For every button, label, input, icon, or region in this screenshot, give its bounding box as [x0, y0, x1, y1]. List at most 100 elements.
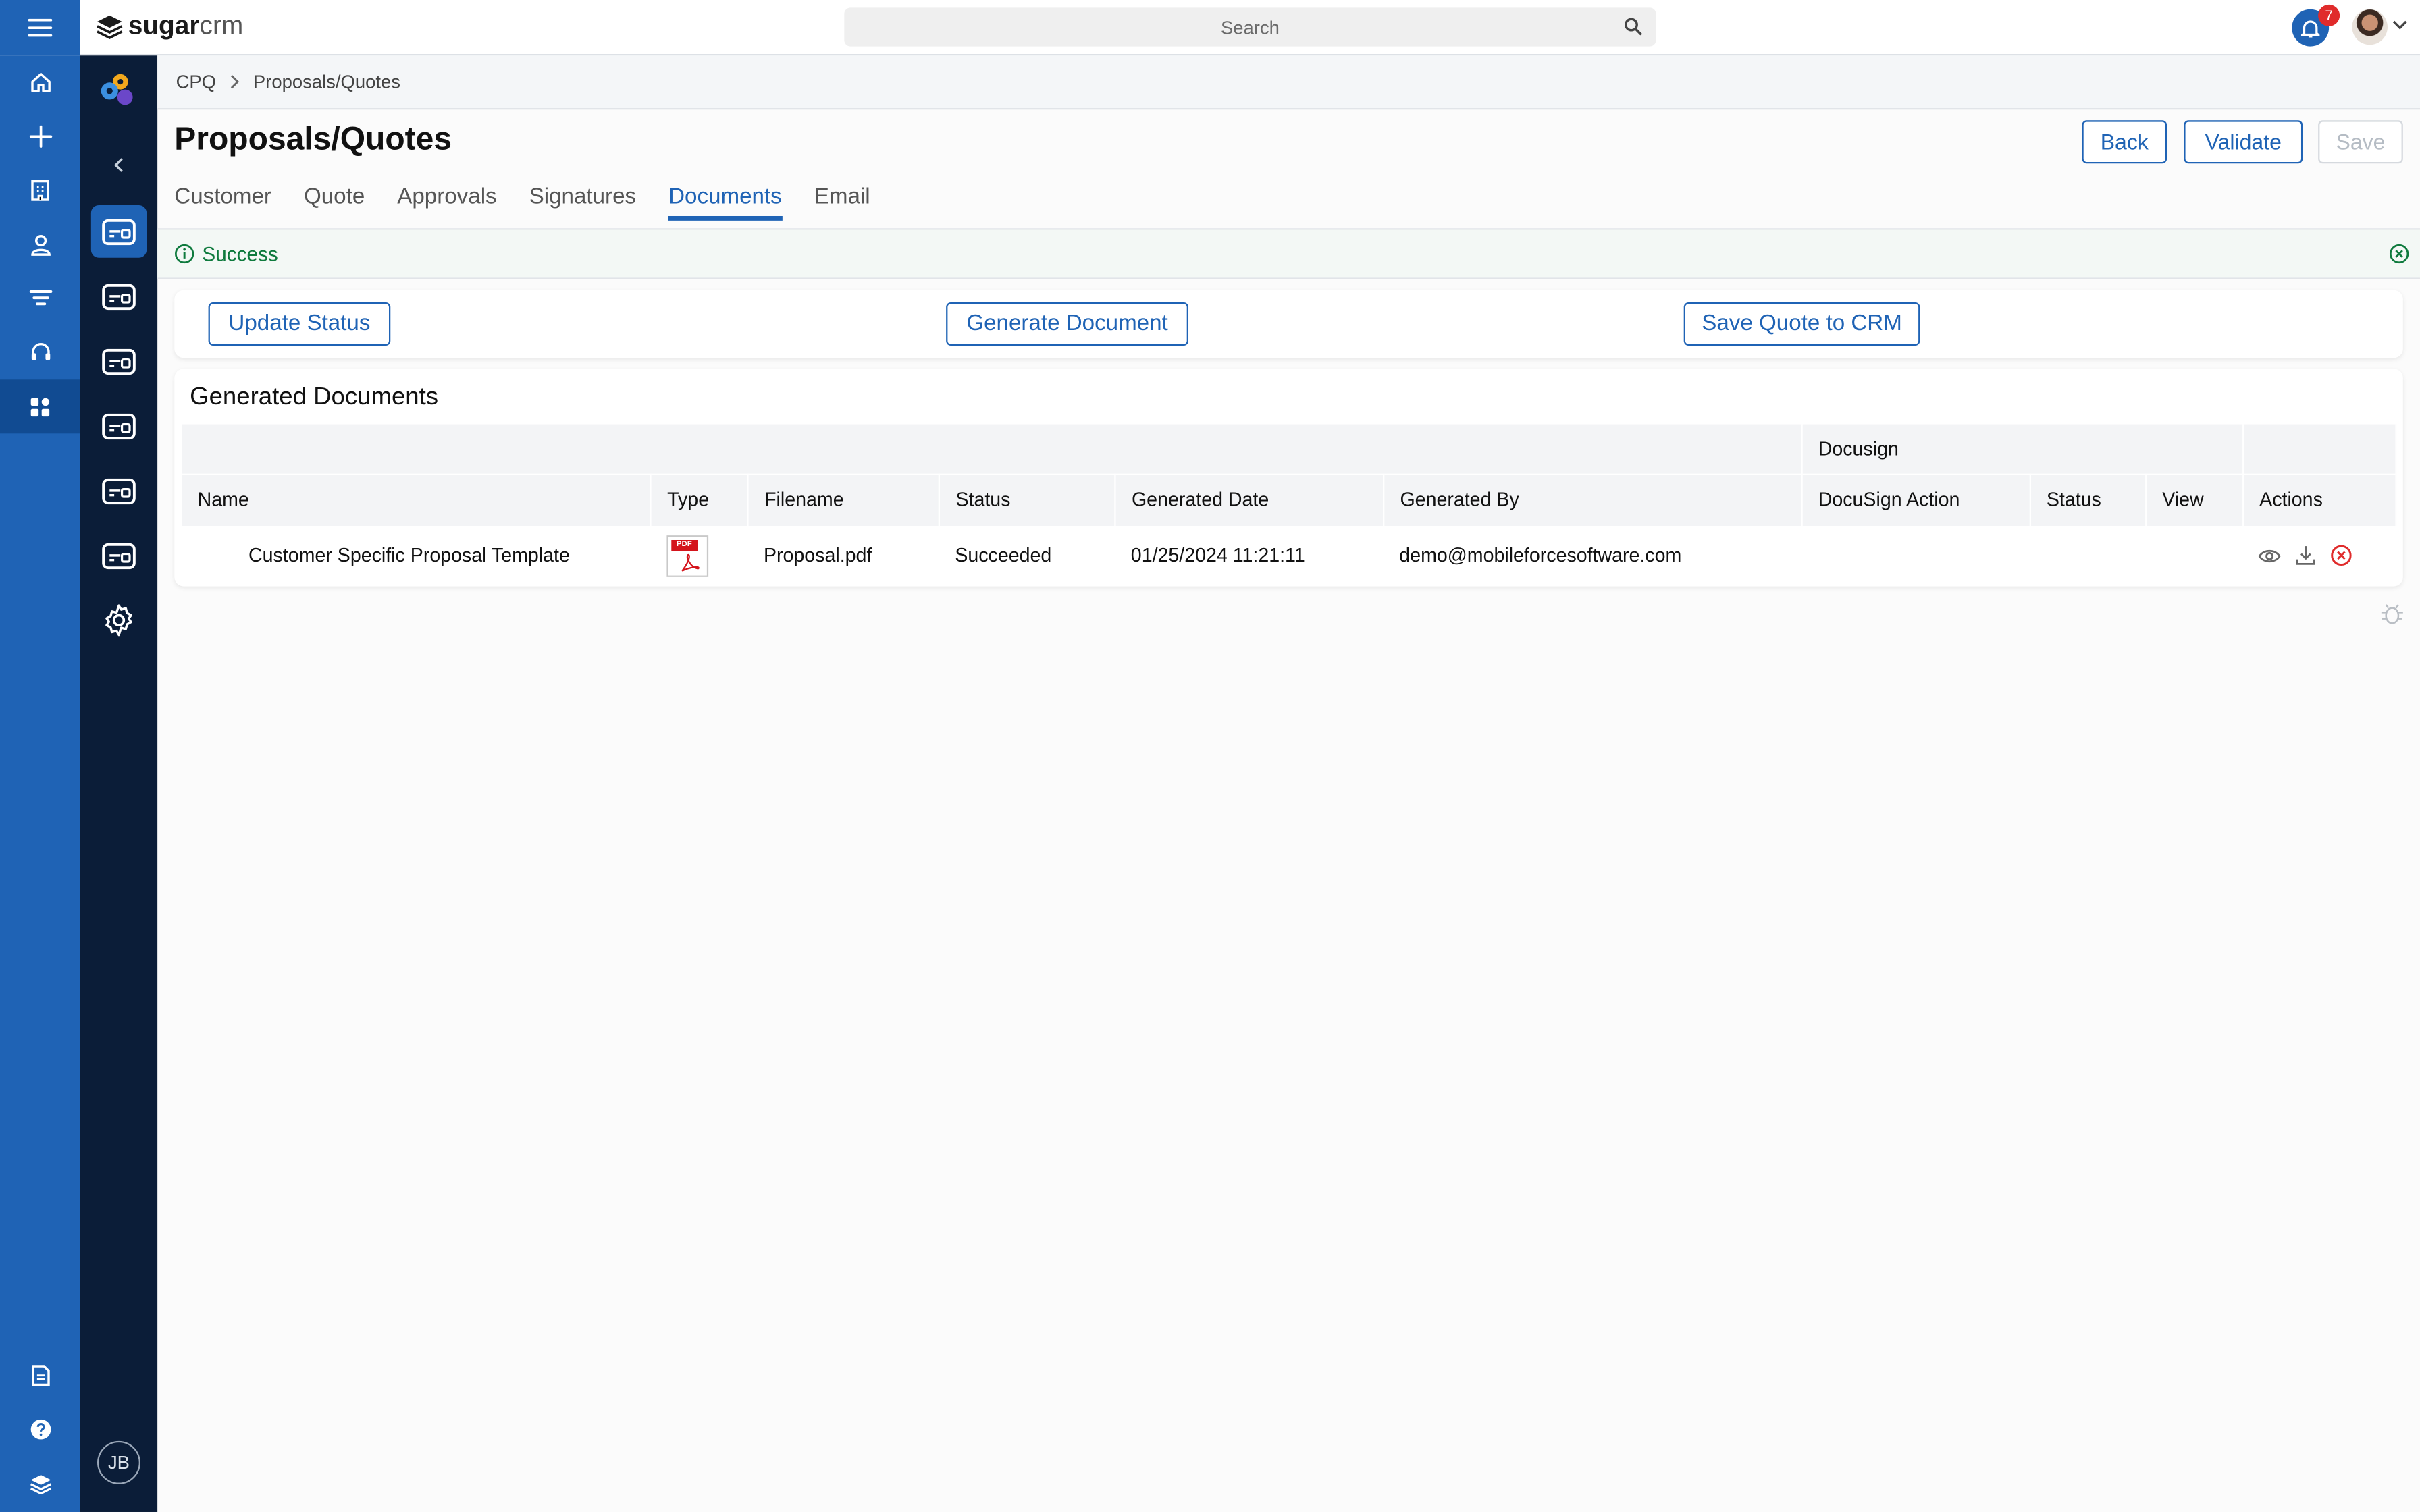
column-header-docusign-status[interactable]: Status	[2030, 473, 2147, 526]
close-alert-icon[interactable]	[2389, 244, 2409, 264]
layers-nav[interactable]	[0, 1457, 80, 1511]
help-icon	[30, 1419, 51, 1440]
save-quote-to-crm-button[interactable]: Save Quote to CRM	[1683, 302, 1920, 346]
column-header-actions: Actions	[2243, 473, 2397, 526]
header-spacer-actions	[2243, 424, 2397, 474]
collapse-sidebar-icon[interactable]	[108, 155, 130, 176]
back-button[interactable]: Back	[2082, 120, 2167, 164]
accounts-nav[interactable]	[0, 163, 80, 217]
validate-button[interactable]: Validate	[2184, 120, 2303, 164]
user-avatar[interactable]	[2352, 9, 2388, 45]
tab-customer[interactable]: Customer	[174, 185, 271, 221]
pdf-tag: PDF	[670, 539, 698, 550]
tab-quote[interactable]: Quote	[304, 185, 365, 221]
alert-text: Success	[202, 242, 278, 266]
table-row[interactable]: Customer Specific Proposal Template PDF …	[182, 526, 2396, 585]
sugar-cube-icon	[97, 14, 123, 38]
top-bar: sugarcrm 7	[0, 0, 2420, 56]
tab-email[interactable]: Email	[814, 185, 870, 221]
logo-text-bold: sugar	[128, 10, 200, 40]
column-header-view[interactable]: View	[2146, 473, 2244, 526]
gear-icon	[105, 604, 132, 637]
cell-status: Succeeded	[955, 544, 1052, 566]
column-header-status[interactable]: Status	[939, 473, 1117, 526]
column-header-name[interactable]: Name	[182, 473, 652, 526]
column-header-docusign-action[interactable]: DocuSign Action	[1801, 473, 2031, 526]
pdf-file-icon[interactable]: PDF	[666, 534, 708, 576]
download-icon[interactable]	[2296, 545, 2317, 566]
plus-icon	[28, 125, 52, 148]
view-eye-icon[interactable]	[2259, 547, 2282, 564]
search-input[interactable]	[844, 7, 1656, 47]
tab-signatures[interactable]: Signatures	[529, 185, 636, 221]
app-module-4[interactable]	[91, 400, 147, 452]
app-logo-icon[interactable]	[96, 70, 139, 113]
app-module-3[interactable]	[91, 335, 147, 387]
tab-bar: Customer Quote Approvals Signatures Docu…	[174, 185, 870, 221]
home-nav[interactable]	[0, 55, 80, 109]
quick-create-nav[interactable]	[0, 109, 80, 163]
app-module-6[interactable]	[91, 529, 147, 582]
app-module-2[interactable]	[91, 270, 147, 323]
tab-documents[interactable]: Documents	[668, 185, 783, 221]
cell-docusign-status	[2030, 526, 2146, 585]
apps-nav[interactable]	[0, 379, 80, 434]
building-icon	[31, 180, 49, 201]
card-icon	[102, 218, 136, 244]
column-header-generated-by[interactable]: Generated By	[1384, 473, 1803, 526]
card-icon	[102, 542, 136, 568]
bell-icon	[2300, 20, 2320, 37]
notification-count-badge: 7	[2318, 4, 2340, 26]
search-icon[interactable]	[1624, 17, 1642, 36]
user-initials-avatar[interactable]: JB	[97, 1440, 140, 1484]
info-icon	[174, 244, 194, 264]
documents-nav[interactable]	[0, 1349, 80, 1403]
cell-filename: Proposal.pdf	[763, 544, 872, 566]
hamburger-icon	[28, 18, 53, 37]
breadcrumb: CPQ Proposals/Quotes	[157, 55, 2420, 110]
person-icon	[30, 234, 50, 256]
acrobat-icon	[681, 553, 700, 571]
help-nav[interactable]	[0, 1403, 80, 1457]
page-title: Proposals/Quotes	[174, 122, 452, 158]
app-module-1[interactable]	[90, 205, 147, 258]
documents-table: Docusign Name Type Filename Status Gener…	[182, 424, 2397, 585]
card-icon	[102, 348, 136, 374]
chevron-down-icon[interactable]	[2392, 18, 2408, 30]
debug-bug-icon[interactable]	[2380, 601, 2405, 626]
cases-nav[interactable]	[0, 325, 80, 379]
leads-nav[interactable]	[0, 271, 80, 325]
cell-name: Customer Specific Proposal Template	[248, 544, 570, 566]
update-status-button[interactable]: Update Status	[208, 302, 391, 346]
filter-icon	[28, 290, 52, 306]
global-search[interactable]	[844, 7, 1656, 47]
app-settings[interactable]	[91, 594, 147, 647]
column-header-filename[interactable]: Filename	[748, 473, 941, 526]
app-module-5[interactable]	[91, 464, 147, 517]
tab-approvals[interactable]: Approvals	[397, 185, 496, 221]
breadcrumb-proposals-quotes: Proposals/Quotes	[253, 71, 400, 93]
hamburger-menu-button[interactable]	[0, 0, 80, 56]
chevron-right-icon	[230, 74, 240, 89]
cell-generated-by: demo@mobileforcesoftware.com	[1399, 544, 1682, 566]
document-actions-card: Update Status Generate Document Save Quo…	[174, 290, 2403, 358]
save-button[interactable]: Save	[2318, 120, 2403, 164]
sugarcrm-logo[interactable]: sugarcrm	[96, 10, 244, 42]
grid-icon	[30, 397, 50, 416]
cell-type: PDF	[651, 526, 748, 585]
cell-generated-date: 01/25/2024 11:21:11	[1130, 544, 1305, 566]
column-header-type[interactable]: Type	[651, 473, 749, 526]
delete-icon[interactable]	[2331, 545, 2352, 566]
column-header-generated-date[interactable]: Generated Date	[1115, 473, 1385, 526]
document-icon	[31, 1365, 49, 1386]
breadcrumb-cpq[interactable]: CPQ	[176, 71, 216, 92]
logo-text-light: crm	[199, 10, 244, 40]
primary-sidebar	[0, 55, 80, 1512]
header-spacer	[182, 424, 1803, 474]
docusign-group-header: Docusign	[1801, 424, 2244, 474]
cell-view	[2146, 526, 2243, 585]
contacts-nav[interactable]	[0, 217, 80, 271]
success-alert: Success	[157, 230, 2420, 279]
generate-document-button[interactable]: Generate Document	[946, 302, 1188, 346]
cell-actions	[2243, 526, 2396, 585]
